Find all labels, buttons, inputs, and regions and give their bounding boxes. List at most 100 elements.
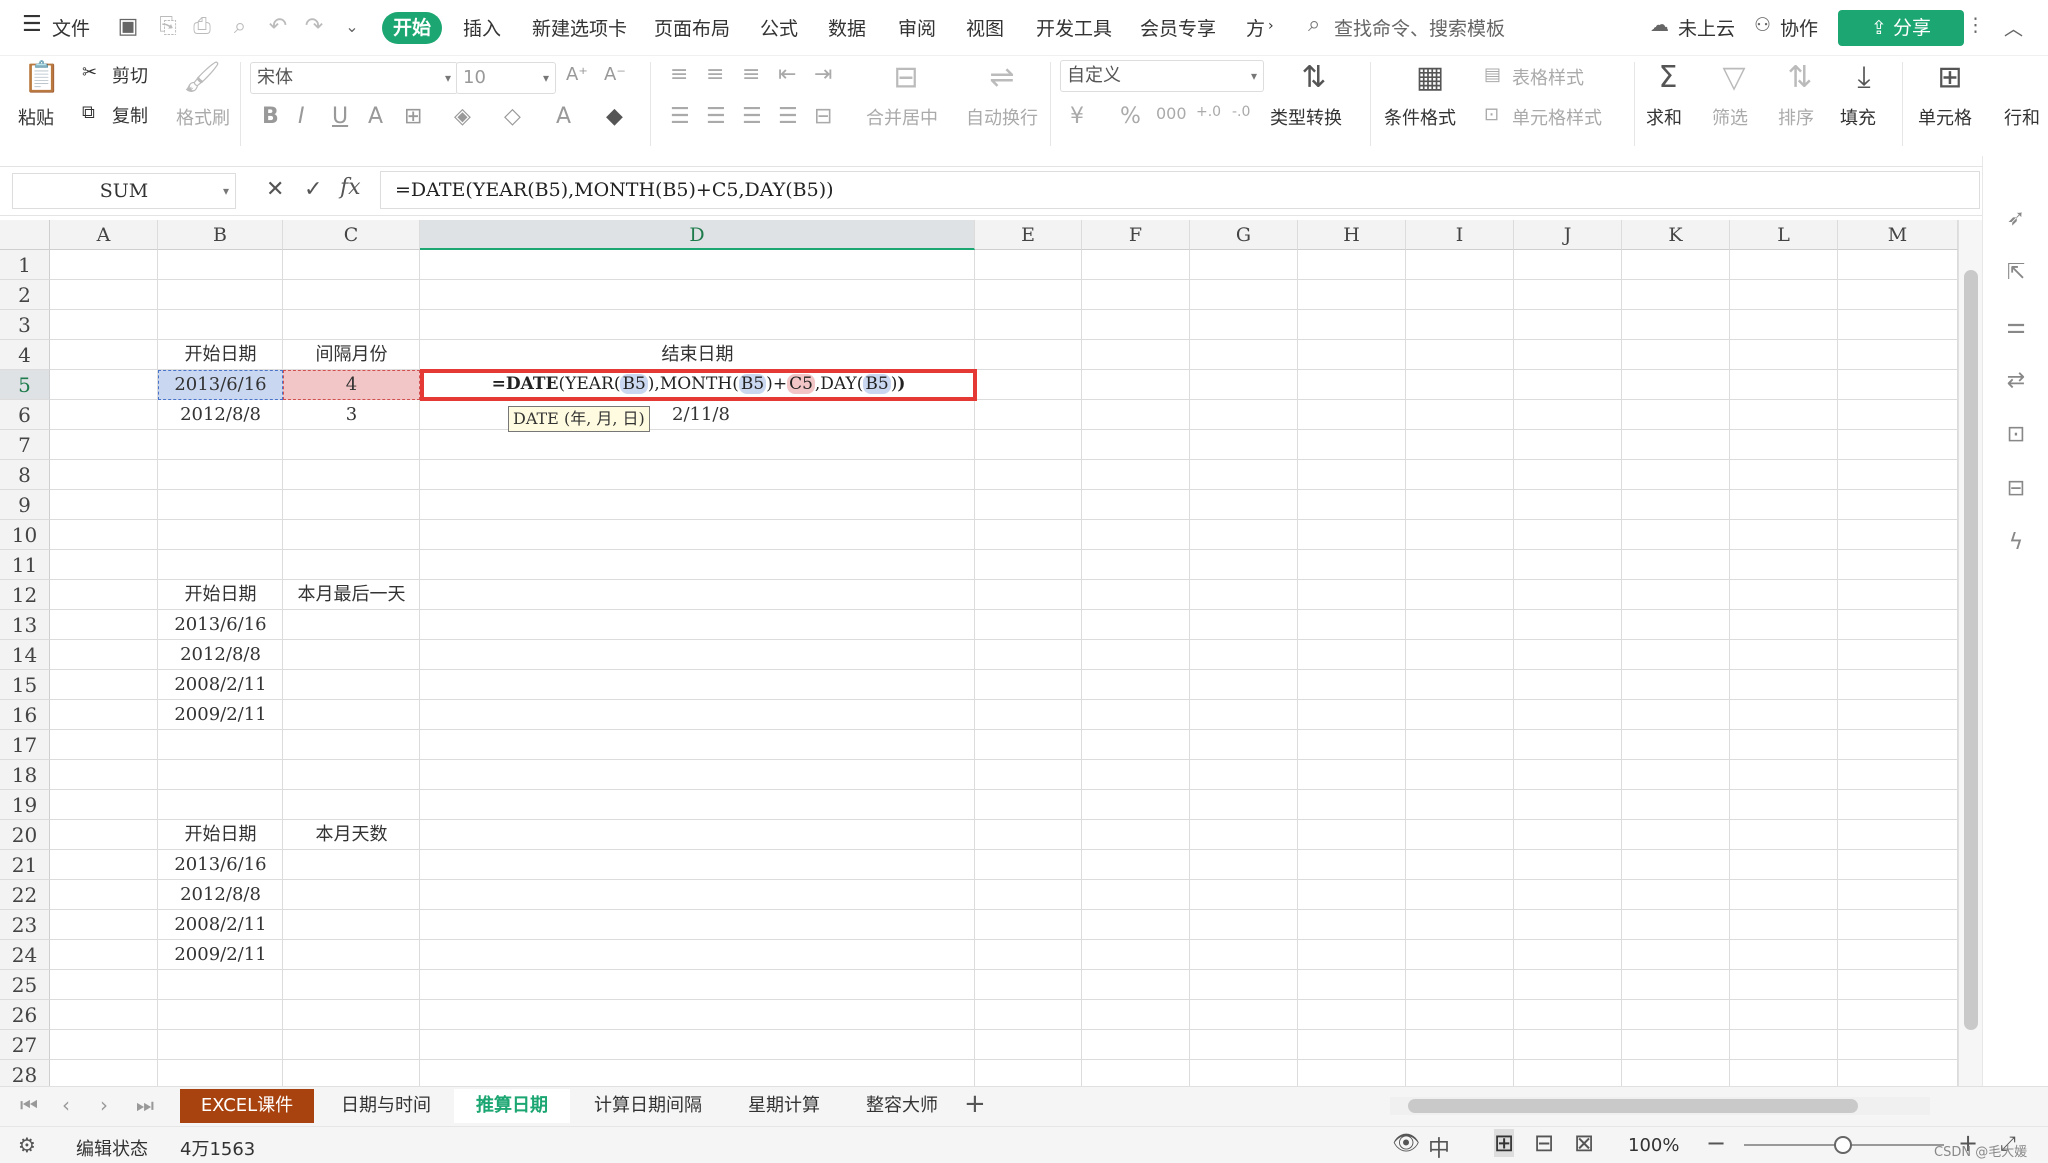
- editing-formula[interactable]: =DATE(YEAR(B5),MONTH(B5)+ C5 ,DAY(B5)): [424, 373, 973, 397]
- align-right-icon[interactable]: ☰: [742, 104, 762, 129]
- sheet-tab[interactable]: EXCEL课件: [180, 1089, 314, 1123]
- search-input[interactable]: 查找命令、搜索模板: [1334, 14, 1505, 41]
- paste-button[interactable]: 粘贴: [18, 104, 54, 130]
- align-center-icon[interactable]: ☰: [706, 104, 726, 129]
- normal-view-icon[interactable]: ⊞: [1494, 1129, 1515, 1157]
- zoom-out-icon[interactable]: −: [1706, 1129, 1726, 1157]
- underline-icon[interactable]: U: [332, 104, 348, 129]
- column-header-b[interactable]: B: [158, 220, 283, 250]
- sort-button[interactable]: 排序: [1778, 104, 1814, 130]
- search-icon[interactable]: ⌕: [1308, 12, 1320, 37]
- number-format-select[interactable]: 自定义 ▾: [1060, 60, 1264, 92]
- print-preview-icon[interactable]: ⌕: [228, 14, 252, 40]
- status-settings-icon[interactable]: ⚙: [18, 1133, 36, 1157]
- type-convert-icon[interactable]: ⇅: [1296, 60, 1332, 96]
- book-search-icon[interactable]: ⊟: [2003, 476, 2029, 502]
- indent-decrease-icon[interactable]: ⇤: [778, 62, 796, 87]
- vertical-scrollbar[interactable]: [1958, 220, 1982, 1086]
- clear-icon[interactable]: ◆: [606, 104, 623, 129]
- font-shrink-icon[interactable]: A⁻: [604, 64, 626, 85]
- cell-b22[interactable]: 2012/8/8: [158, 880, 283, 910]
- row-header-15[interactable]: 15: [0, 670, 50, 700]
- row-header-26[interactable]: 26: [0, 1000, 50, 1030]
- type-convert-button[interactable]: 类型转换: [1270, 104, 1342, 130]
- horizontal-scrollbar[interactable]: [1390, 1097, 1930, 1115]
- scroll-thumb[interactable]: [1964, 270, 1978, 1030]
- page-view-icon[interactable]: ⊟: [1534, 1129, 1554, 1157]
- paste-icon[interactable]: 📋: [18, 60, 66, 96]
- confirm-icon[interactable]: ✓: [304, 177, 322, 202]
- chevron-down-icon[interactable]: ▾: [223, 174, 229, 208]
- row-header-6[interactable]: 6: [0, 400, 50, 430]
- column-header-c[interactable]: C: [283, 220, 420, 250]
- cell-b5[interactable]: 2013/6/16: [158, 370, 283, 400]
- format-painter-button[interactable]: 格式刷: [176, 104, 230, 130]
- row-header-13[interactable]: 13: [0, 610, 50, 640]
- merge-center-button[interactable]: 合并居中: [866, 104, 938, 130]
- tab-insert[interactable]: 插入: [463, 14, 501, 41]
- input-method-icon[interactable]: 中: [1428, 1131, 1450, 1163]
- rows-cols-button[interactable]: 行和: [2004, 104, 2040, 130]
- column-header-g[interactable]: G: [1190, 220, 1298, 250]
- column-header-j[interactable]: J: [1514, 220, 1622, 250]
- merge-center-icon[interactable]: ⊟: [886, 60, 926, 96]
- font-color-icon[interactable]: A: [556, 104, 571, 129]
- tab-developer[interactable]: 开发工具: [1036, 14, 1112, 41]
- select-all-corner[interactable]: [0, 220, 50, 250]
- percent-icon[interactable]: %: [1120, 104, 1141, 129]
- lightning-icon[interactable]: ϟ: [2003, 530, 2029, 556]
- cell-c12[interactable]: 本月最后一天: [283, 580, 420, 610]
- prev-sheet-icon[interactable]: ‹: [62, 1093, 70, 1117]
- strikethrough-icon[interactable]: A: [368, 104, 383, 129]
- row-header-10[interactable]: 10: [0, 520, 50, 550]
- cloud-icon[interactable]: ☁: [1650, 14, 1669, 36]
- print-icon[interactable]: ⎙: [190, 14, 214, 40]
- h-scroll-thumb[interactable]: [1408, 1099, 1858, 1113]
- border-icon[interactable]: ⊞: [404, 104, 422, 129]
- row-header-25[interactable]: 25: [0, 970, 50, 1000]
- row-header-2[interactable]: 2: [0, 280, 50, 310]
- column-header-k[interactable]: K: [1622, 220, 1730, 250]
- row-header-3[interactable]: 3: [0, 310, 50, 340]
- sort-icon[interactable]: ⇅: [1782, 60, 1818, 96]
- last-sheet-icon[interactable]: ⏭: [136, 1093, 154, 1117]
- chevron-right-icon[interactable]: ›: [1268, 18, 1274, 34]
- filter-icon[interactable]: ▽: [1716, 60, 1752, 96]
- menu-file[interactable]: 文件: [52, 14, 90, 41]
- row-header-18[interactable]: 18: [0, 760, 50, 790]
- name-box[interactable]: SUM ▾: [12, 173, 236, 209]
- split-view-icon[interactable]: ⊠: [1574, 1129, 1594, 1157]
- settings-slider-icon[interactable]: ⚌: [2003, 314, 2029, 340]
- more-options-icon[interactable]: ⋮: [1966, 14, 1985, 36]
- collapse-ribbon-icon[interactable]: ︿: [2004, 14, 2023, 41]
- sum-icon[interactable]: Σ: [1650, 60, 1686, 96]
- cell-b14[interactable]: 2012/8/8: [158, 640, 283, 670]
- row-header-14[interactable]: 14: [0, 640, 50, 670]
- zoom-level[interactable]: 100%: [1628, 1135, 1679, 1156]
- tab-new-tab[interactable]: 新建选项卡: [532, 14, 627, 41]
- chevron-down-icon[interactable]: ⌄: [340, 14, 364, 40]
- cell-style-button[interactable]: 单元格样式: [1512, 104, 1602, 130]
- wrap-text-button[interactable]: 自动换行: [966, 104, 1038, 130]
- hamburger-icon[interactable]: ☰: [22, 12, 42, 37]
- redo-icon[interactable]: ↷: [302, 14, 326, 40]
- align-top-icon[interactable]: ≡: [670, 62, 688, 87]
- spreadsheet-grid[interactable]: A B C D E F G H I J K L M 1 2 3 4 5 6 7 8 9 10 11 12 13 14 15 16 17 18…: [0, 220, 1958, 1086]
- tab-home[interactable]: 开始: [382, 12, 442, 44]
- justify-icon[interactable]: ☰: [778, 104, 798, 129]
- cell-c5[interactable]: 4: [283, 370, 420, 400]
- tab-more[interactable]: 方: [1246, 14, 1265, 41]
- table-style-button[interactable]: 表格样式: [1512, 64, 1584, 90]
- row-header-5[interactable]: 5: [0, 370, 50, 400]
- fill-color-icon[interactable]: ◈: [454, 104, 471, 129]
- cell-b20[interactable]: 开始日期: [158, 820, 283, 850]
- rocket-icon[interactable]: ➶: [2003, 206, 2029, 232]
- cond-format-icon[interactable]: ▦: [1410, 60, 1450, 96]
- tab-page-layout[interactable]: 页面布局: [654, 14, 730, 41]
- font-size-select[interactable]: 10 ▾: [456, 62, 556, 94]
- cut-button[interactable]: 剪切: [112, 62, 148, 88]
- scissors-icon[interactable]: ✂: [82, 62, 97, 83]
- editing-cell-d5[interactable]: =DATE(YEAR(B5),MONTH(B5)+ C5 ,DAY(B5)): [420, 369, 977, 401]
- thousands-icon[interactable]: 000: [1156, 104, 1187, 123]
- sheet-tab[interactable]: 整容大师: [848, 1089, 956, 1123]
